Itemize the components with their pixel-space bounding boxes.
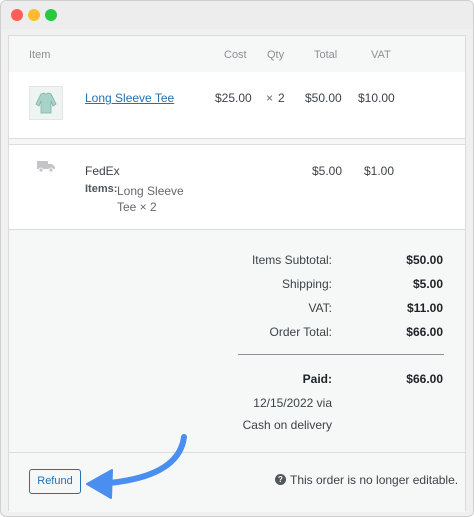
annotation-arrow-icon bbox=[86, 434, 187, 499]
app-window: Item Cost Qty Total VAT Long Sleeve Tee … bbox=[0, 0, 474, 517]
